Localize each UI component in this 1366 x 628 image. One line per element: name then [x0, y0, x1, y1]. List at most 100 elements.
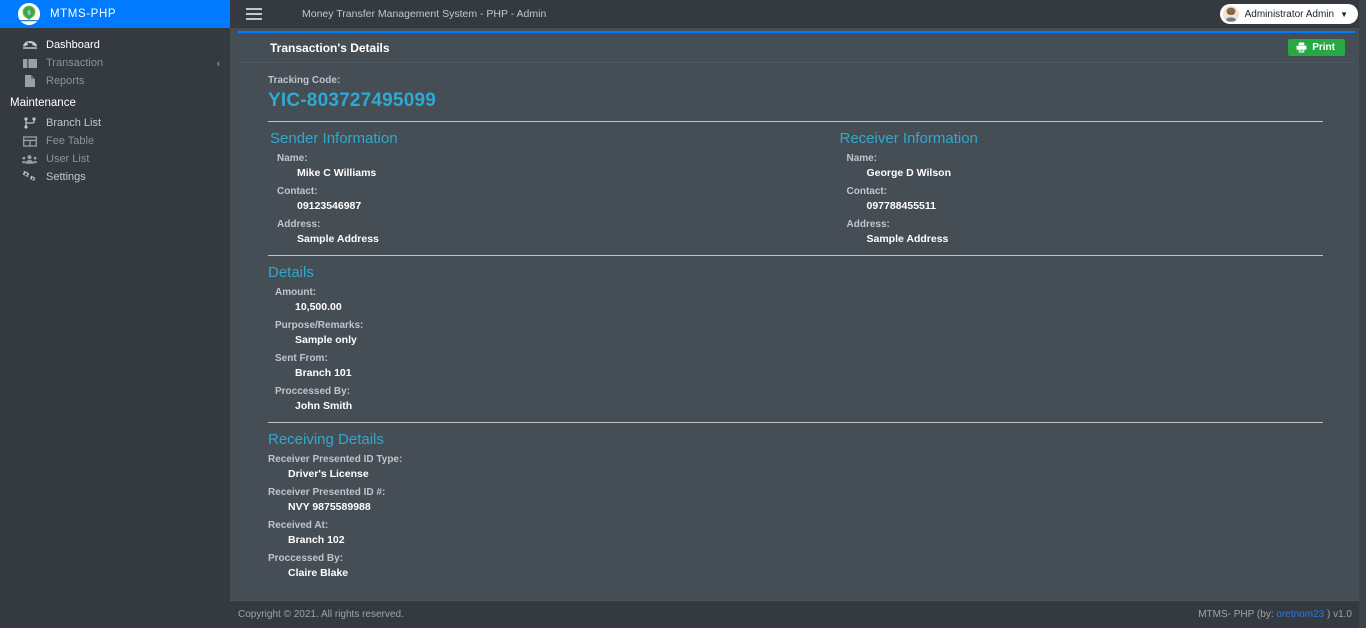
receiving-processed-by-field: Proccessed By: Claire Blake [268, 553, 1323, 579]
received-at-field: Received At: Branch 102 [268, 520, 1323, 546]
main-area: Money Transfer Management System - PHP -… [230, 0, 1366, 628]
user-name: Administrator Admin [1244, 8, 1335, 20]
chevron-left-icon: ‹ [217, 58, 220, 68]
card-header: Transaction's Details Print [238, 33, 1355, 63]
receiver-contact-field: Contact: 097788455511 [840, 186, 1324, 212]
right-edge-strip [1359, 0, 1366, 628]
field-value: Sample Address [297, 233, 379, 245]
sidebar-item-label: Fee Table [46, 134, 95, 147]
print-button-label: Print [1312, 42, 1335, 53]
details-section: Details Amount: 10,500.00 Purpose/Remark… [268, 264, 1323, 412]
sidebar-item-user-list[interactable]: User List [0, 150, 230, 168]
field-label: Name: [277, 153, 308, 164]
receiving-details-section: Receiving Details Receiver Presented ID … [268, 431, 1323, 579]
content-wrapper: Transaction's Details Print Tracking Cod… [230, 28, 1366, 600]
purpose-field: Purpose/Remarks: Sample only [268, 320, 1323, 346]
sidebar-item-dashboard[interactable]: Dashboard [0, 36, 230, 54]
sender-name-field: Name: Mike C Williams [270, 153, 796, 179]
page-title: Transaction's Details [270, 40, 390, 55]
footer-version-suffix: ) v1.0 [1326, 609, 1352, 620]
divider [268, 422, 1323, 423]
field-label: Name: [846, 153, 878, 164]
id-number-field: Receiver Presented ID #: NVY 9875589988 [268, 487, 1323, 513]
hamburger-icon[interactable] [246, 7, 264, 21]
details-section-title: Details [268, 264, 314, 281]
reports-icon [22, 75, 37, 88]
amount-field: Amount: 10,500.00 [268, 287, 1323, 313]
table-icon [22, 135, 37, 148]
processed-by-field: Proccessed By: John Smith [268, 386, 1323, 412]
sidebar-item-fee-table[interactable]: Fee Table [0, 132, 230, 150]
hamburger-bar [246, 13, 262, 15]
sidebar-item-reports[interactable]: Reports [0, 72, 230, 90]
user-menu[interactable]: Administrator Admin ▼ [1219, 4, 1358, 24]
topbar: Money Transfer Management System - PHP -… [230, 0, 1366, 28]
transaction-details-card: Transaction's Details Print Tracking Cod… [238, 31, 1355, 599]
sender-address-field: Address: Sample Address [270, 219, 796, 245]
sender-contact-field: Contact: 09123546987 [270, 186, 796, 212]
receiver-section-title: Receiver Information [839, 130, 978, 147]
money-transfer-logo-icon: $ [18, 3, 40, 25]
field-value: NVY 9875589988 [288, 501, 371, 513]
field-value: Driver's License [288, 468, 369, 480]
sender-section-title: Sender Information [270, 130, 398, 147]
field-value: 10,500.00 [295, 301, 342, 313]
sidebar-item-branch-list[interactable]: Branch List [0, 114, 230, 132]
dashboard-icon [22, 39, 37, 52]
transaction-icon [22, 57, 37, 70]
field-value: Sample Address [866, 233, 949, 245]
tracking-code-label: Tracking Code: [268, 75, 341, 86]
field-label: Contact: [277, 186, 318, 197]
print-button[interactable]: Print [1288, 39, 1345, 56]
sidebar-item-label: User List [46, 152, 90, 165]
user-avatar-icon [1222, 6, 1239, 22]
field-label: Receiver Presented ID #: [268, 487, 386, 498]
sidebar-item-label: Dashboard [46, 38, 100, 51]
tracking-code-value: YIC-803727495099 [268, 90, 437, 111]
field-label: Amount: [275, 287, 317, 298]
sidebar: $ MTMS-PHP Dashboard Transaction ‹ Repor… [0, 0, 230, 628]
svg-text:$: $ [27, 11, 30, 17]
field-value: Mike C Williams [297, 167, 377, 179]
sidebar-item-settings[interactable]: Settings [0, 168, 230, 186]
sidebar-item-transaction[interactable]: Transaction ‹ [0, 54, 230, 72]
sent-from-field: Sent From: Branch 101 [268, 353, 1323, 379]
users-icon [22, 153, 37, 166]
footer-author-link[interactable]: oretnom23 [1276, 609, 1324, 620]
id-type-field: Receiver Presented ID Type: Driver's Lic… [268, 454, 1323, 480]
sidebar-item-label: Transaction [46, 56, 104, 69]
field-label: Sent From: [275, 353, 328, 364]
chevron-down-icon[interactable]: ▼ [1340, 10, 1348, 19]
sidebar-item-label: Settings [46, 170, 86, 183]
field-value: 097788455511 [866, 200, 937, 212]
hamburger-bar [246, 8, 262, 10]
sidebar-item-label: Branch List [46, 116, 102, 129]
sidebar-section-maintenance: Maintenance [10, 97, 76, 109]
brand-title: MTMS-PHP [50, 8, 117, 20]
field-value: Sample only [295, 334, 357, 346]
field-value: Branch 102 [288, 534, 345, 546]
printer-icon [1296, 42, 1307, 53]
brand-header[interactable]: $ MTMS-PHP [0, 0, 230, 28]
branch-icon [22, 117, 37, 130]
field-label: Received At: [268, 520, 329, 531]
app-root: $ MTMS-PHP Dashboard Transaction ‹ Repor… [0, 0, 1366, 628]
footer-version-prefix: MTMS- PHP (by: [1198, 609, 1274, 620]
field-label: Address: [277, 219, 321, 230]
footer-version: MTMS- PHP (by: oretnom23 ) v1.0 [1198, 609, 1352, 620]
field-label: Contact: [846, 186, 888, 197]
field-value: 09123546987 [297, 200, 362, 212]
field-value: John Smith [295, 400, 353, 412]
divider [268, 255, 1323, 256]
field-label: Proccessed By: [268, 553, 344, 564]
footer-copyright: Copyright © 2021. All rights reserved. [238, 609, 404, 620]
gear-icon [22, 171, 37, 184]
field-label: Address: [846, 219, 890, 230]
sidebar-nav: Dashboard Transaction ‹ Reports Maintena… [0, 28, 230, 186]
topbar-title: Money Transfer Management System - PHP -… [302, 8, 547, 20]
field-value: Branch 101 [295, 367, 352, 379]
receiving-section-title: Receiving Details [268, 431, 384, 448]
field-label: Purpose/Remarks: [275, 320, 364, 331]
card-body: Tracking Code: YIC-803727495099 Sender I… [238, 63, 1355, 599]
divider [268, 121, 1323, 122]
